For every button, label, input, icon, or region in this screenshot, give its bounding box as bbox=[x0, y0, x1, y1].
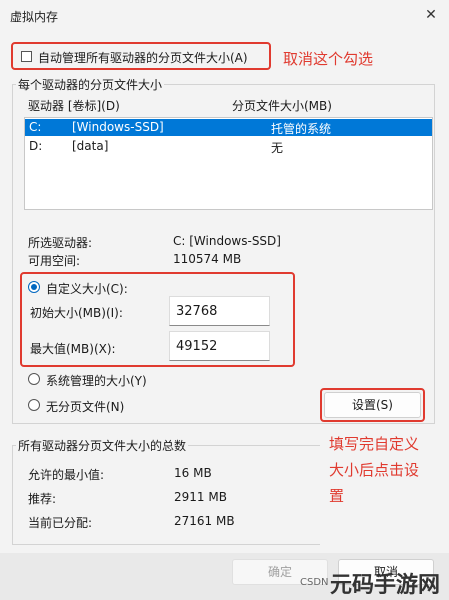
min-allowed-label: 允许的最小值: bbox=[28, 468, 105, 482]
currently-allocated-label: 当前已分配: bbox=[28, 516, 93, 530]
selected-drive-value: C: [Windows-SSD] bbox=[173, 234, 281, 248]
set-button[interactable]: 设置(S) bbox=[324, 392, 421, 418]
auto-manage-checkbox[interactable] bbox=[21, 51, 32, 62]
watermark-logo: 元码手游网 bbox=[330, 573, 441, 598]
drive-size: 托管的系统 bbox=[271, 122, 332, 136]
no-paging-label[interactable]: 无分页文件(N) bbox=[46, 398, 124, 415]
no-paging-radio[interactable] bbox=[28, 399, 40, 411]
drive-label: [data] bbox=[72, 139, 109, 153]
selected-drive-label: 所选驱动器: bbox=[28, 236, 93, 250]
custom-size-radio[interactable] bbox=[28, 281, 40, 293]
recommended-label: 推荐: bbox=[28, 492, 57, 506]
uncheck-hint: 取消这个勾选 bbox=[283, 50, 374, 68]
totals-group-title: 所有驱动器分页文件大小的总数 bbox=[16, 437, 189, 454]
initial-size-label: 初始大小(MB)(I): bbox=[30, 306, 123, 320]
max-size-label: 最大值(MB)(X): bbox=[30, 342, 116, 356]
drive-letter: C: bbox=[29, 120, 42, 134]
currently-allocated-value: 27161 MB bbox=[174, 514, 235, 528]
drive-letter: D: bbox=[29, 139, 43, 153]
free-space-label: 可用空间: bbox=[28, 254, 81, 268]
system-managed-label[interactable]: 系统管理的大小(Y) bbox=[46, 372, 147, 389]
close-icon[interactable]: ✕ bbox=[420, 4, 442, 26]
watermark-small: CSDN bbox=[300, 577, 329, 588]
title-bar bbox=[0, 0, 449, 32]
system-managed-radio[interactable] bbox=[28, 373, 40, 385]
drive-label: [Windows-SSD] bbox=[72, 120, 164, 134]
min-allowed-value: 16 MB bbox=[174, 466, 212, 480]
max-size-input[interactable]: 49152 bbox=[169, 331, 270, 361]
drive-size: 无 bbox=[271, 141, 284, 155]
set-hint-line1: 填写完自定义 bbox=[329, 435, 420, 453]
set-hint-line2: 大小后点击设 bbox=[329, 461, 420, 479]
col-drive-header: 驱动器 [卷标](D) bbox=[28, 99, 120, 113]
custom-size-label[interactable]: 自定义大小(C): bbox=[46, 280, 128, 297]
col-size-header: 分页文件大小(MB) bbox=[232, 99, 332, 113]
recommended-value: 2911 MB bbox=[174, 490, 227, 504]
auto-manage-label[interactable]: 自动管理所有驱动器的分页文件大小(A) bbox=[38, 49, 248, 66]
drives-group-title: 每个驱动器的分页文件大小 bbox=[16, 76, 165, 93]
window-title: 虚拟内存 bbox=[10, 10, 59, 24]
set-hint-line3: 置 bbox=[329, 487, 345, 505]
initial-size-input[interactable]: 32768 bbox=[169, 296, 270, 326]
free-space-value: 110574 MB bbox=[173, 252, 242, 266]
